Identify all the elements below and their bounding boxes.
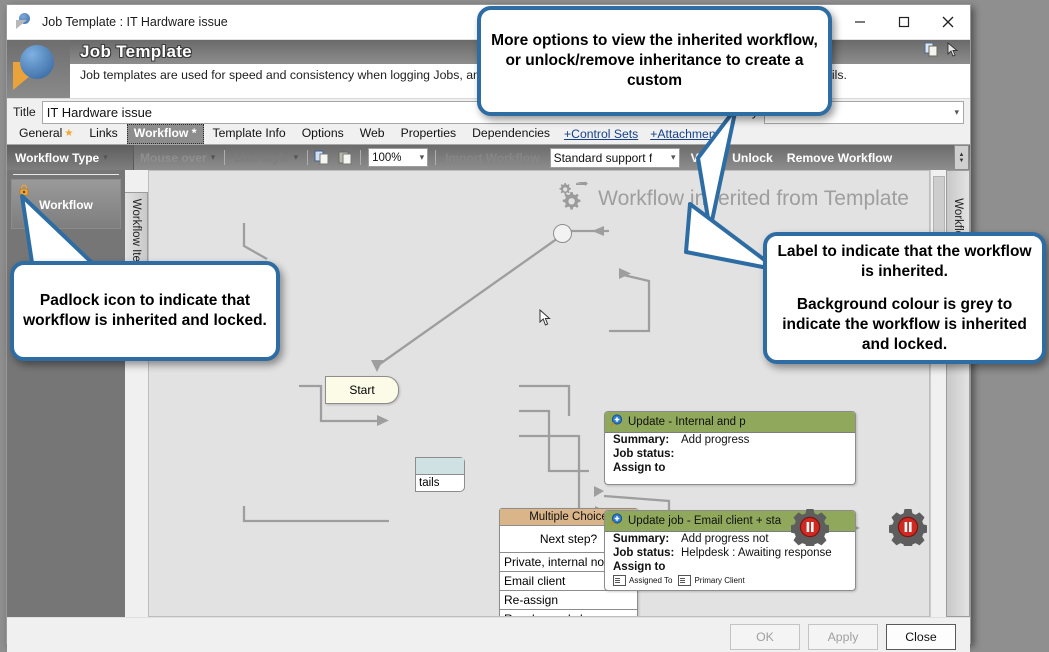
canvas-cursor-icon	[539, 308, 552, 331]
add-action-icon	[610, 414, 623, 430]
node-start-label: Start	[349, 383, 375, 397]
copy-icon[interactable]	[314, 150, 331, 165]
field-key: Summary:	[613, 533, 670, 545]
gear-pause-icon[interactable]	[790, 508, 830, 549]
workflow-junction-node[interactable]	[553, 224, 572, 243]
field-value: Helpdesk : Awaiting response	[681, 547, 832, 559]
tab-label: Properties	[400, 126, 457, 140]
tab-links[interactable]: Links	[82, 124, 124, 144]
field-value: Add progress	[681, 434, 750, 446]
tab-label: Links	[89, 126, 118, 140]
node-mc-option[interactable]: Resolve and close	[500, 610, 637, 616]
zoom-value: 100%	[372, 151, 402, 164]
chevron-down-icon: ▾	[210, 152, 216, 162]
tab-workflow[interactable]: Workflow *	[126, 124, 204, 144]
job-template-icon	[16, 13, 34, 31]
chip-label: Assigned To	[629, 576, 673, 585]
tab-template-info[interactable]: Template Info	[206, 124, 293, 144]
chevron-down-icon: ▾	[419, 152, 425, 162]
tab-general[interactable]: General ★	[12, 124, 80, 144]
tab-label: General	[19, 126, 63, 140]
divider	[435, 150, 437, 165]
divider	[224, 150, 226, 165]
chevron-down-icon: ▾	[954, 106, 959, 117]
divider	[360, 150, 362, 165]
copy-icon[interactable]	[924, 42, 939, 62]
remove-workflow-button[interactable]: Remove Workflow	[780, 151, 899, 165]
field-key: Job status:	[613, 448, 675, 460]
page-title: Job Template	[80, 42, 192, 61]
workflow-select-value: Standard support flow	[553, 150, 652, 165]
callout-label-line2: Background colour is grey to indicate th…	[782, 295, 1027, 353]
mouse-over-dropdown[interactable]: Mouse over ▾	[134, 151, 221, 165]
field-key: Assign to	[613, 462, 666, 474]
workflow-type-label: Workflow Type	[15, 150, 100, 165]
paste-icon[interactable]	[337, 150, 354, 165]
workflow-node-details[interactable]: tails	[415, 457, 465, 492]
field-key: Summary:	[613, 434, 670, 446]
gear-pause-icon[interactable]	[888, 508, 928, 549]
minimize-button[interactable]	[838, 5, 882, 39]
tab-dependencies[interactable]: Dependencies	[465, 124, 557, 144]
close-button-footer[interactable]: Close	[886, 624, 956, 650]
toolbar-overflow-spinner[interactable]: ▲ ▼	[954, 145, 969, 170]
zoom-select[interactable]: 100% ▾	[368, 148, 429, 167]
tab-web[interactable]: Web	[353, 124, 392, 144]
ok-button[interactable]: OK	[730, 624, 800, 650]
title-label: Title	[13, 105, 36, 119]
close-button[interactable]	[926, 5, 970, 39]
add-action-icon	[610, 513, 623, 529]
callout-more-options: More options to view the inherited workf…	[477, 6, 832, 116]
tab-properties[interactable]: Properties	[394, 124, 464, 144]
screenshot-root: Job Template : IT Hardware issue Job Tem…	[0, 0, 1049, 652]
tab-options[interactable]: Options	[295, 124, 351, 144]
field-key: Assign to	[613, 561, 666, 573]
apply-button[interactable]: Apply	[808, 624, 878, 650]
maximize-button[interactable]	[882, 5, 926, 39]
chip-primary-client: Primary Client	[678, 575, 745, 586]
window-title: Job Template : IT Hardware issue	[42, 15, 228, 29]
line-style-label: Line style	[234, 150, 290, 165]
field-value: Add progress not	[681, 533, 769, 545]
tab-control-sets[interactable]: +Control Sets	[559, 125, 643, 144]
window-buttons	[838, 5, 970, 39]
tab-label: Workflow *	[133, 126, 197, 140]
banner-icon	[7, 40, 70, 98]
callout-padlock-text: Padlock icon to indicate that workflow i…	[23, 292, 267, 329]
callout-padlock: Padlock icon to indicate that workflow i…	[10, 261, 280, 361]
workflow-type-dropdown[interactable]: Workflow Type ▾	[7, 145, 134, 170]
cursor-icon	[947, 42, 960, 62]
import-workflow-label: Import Workflow	[445, 150, 540, 165]
node-update-internal-header: Update - Internal and p	[628, 416, 746, 428]
chip-assigned-to: Assigned To	[613, 575, 672, 586]
node-update-email-header: Update job - Email client + sta	[628, 515, 782, 527]
tab-label: Web	[359, 126, 385, 140]
tab-label: +Control Sets	[564, 127, 639, 141]
tab-label: Options	[301, 126, 344, 140]
tab-bar: General ★ Links Workflow * Template Info Opti…	[7, 124, 970, 145]
tab-label: Dependencies	[472, 126, 551, 140]
chevron-down-icon: ▾	[103, 152, 108, 162]
workflow-node-update-internal[interactable]: Update - Internal and p Summary: Add pro…	[604, 411, 856, 485]
star-icon: ★	[64, 128, 74, 139]
chip-label: Primary Client	[694, 576, 745, 585]
callout-inherited-label: Label to indicate that the workflow is i…	[763, 232, 1046, 364]
node-details-label: tails	[419, 477, 440, 489]
import-workflow-button[interactable]: Import Workflow	[439, 151, 545, 165]
field-key: Job status:	[613, 547, 675, 559]
workflow-node-start[interactable]: Start	[325, 376, 399, 404]
tab-label: Template Info	[212, 126, 286, 140]
mouse-over-label: Mouse over	[140, 150, 207, 165]
divider	[13, 174, 119, 175]
chevron-down-icon: ▾	[293, 152, 299, 162]
workflow-toolbar: Workflow Type ▾ Mouse over ▾ Line style …	[7, 145, 970, 170]
callout-label-line1: Label to indicate that the workflow is i…	[777, 242, 1032, 280]
node-mc-option[interactable]: Re-assign	[500, 591, 637, 610]
chevron-down-icon: ▾	[671, 152, 676, 162]
dialog-footer: OK Apply Close	[7, 617, 970, 652]
divider	[307, 150, 309, 165]
callout-more-options-text: More options to view the inherited workf…	[491, 32, 818, 89]
workflow-select[interactable]: Standard support flow ▾	[549, 147, 680, 168]
line-style-dropdown[interactable]: Line style ▾	[228, 151, 304, 165]
